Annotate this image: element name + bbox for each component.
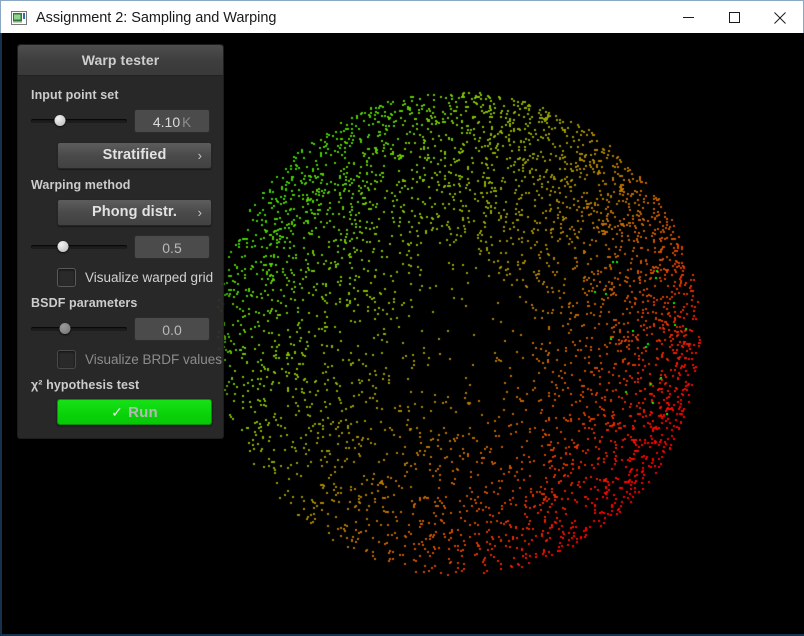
window-controls [665,1,803,34]
section-label-input-point-set: Input point set [31,88,119,102]
sampling-strategy-label: Stratified [102,147,167,163]
sampling-strategy-button[interactable]: Stratified › [57,142,212,169]
bsdf-parameter-row: 0.0 [31,317,210,341]
run-button-label: Run [128,404,158,421]
chevron-right-icon: › [197,148,202,163]
warp-tester-panel: Warp tester Input point set 4.10 K Strati… [17,44,224,439]
gl-viewport[interactable]: Warp tester Input point set 4.10 K Strati… [2,33,804,634]
visualize-warped-grid-row[interactable]: Visualize warped grid [57,268,214,287]
application-window: Assignment 2: Sampling and Warping Warp … [0,0,804,636]
bsdf-parameter-slider[interactable] [31,321,127,337]
warping-method-label: Phong distr. [92,204,177,220]
maximize-button[interactable] [711,1,757,34]
visualize-brdf-values-label: Visualize BRDF values [85,352,223,367]
minimize-icon [682,17,694,18]
warping-parameter-slider[interactable] [31,239,127,255]
slider-knob[interactable] [54,115,66,126]
panel-body: Input point set 4.10 K Stratified › Warpi [18,76,223,438]
slider-knob[interactable] [57,241,69,252]
point-count-number: 4.10 [152,114,181,130]
warping-method-button[interactable]: Phong distr. › [57,199,212,226]
warping-parameter-row: 0.5 [31,235,210,259]
panel-title: Warp tester [18,45,223,76]
point-count-value[interactable]: 4.10 K [134,109,210,133]
close-button[interactable] [757,1,803,34]
window-title: Assignment 2: Sampling and Warping [36,9,277,26]
maximize-icon [728,12,740,23]
point-count-slider[interactable] [31,113,127,129]
warping-parameter-value[interactable]: 0.5 [134,235,210,259]
visualize-brdf-values-checkbox[interactable] [57,350,76,369]
slider-track [31,245,127,249]
visualize-brdf-values-row[interactable]: Visualize BRDF values [57,350,222,369]
section-label-hypothesis-test: χ² hypothesis test [31,378,140,392]
slider-track [31,119,127,123]
section-label-warping-method: Warping method [31,178,131,192]
title-bar: Assignment 2: Sampling and Warping [0,0,804,34]
close-icon [774,11,786,24]
slider-knob[interactable] [59,323,71,334]
visualize-warped-grid-label: Visualize warped grid [85,270,214,285]
slider-track [31,327,127,331]
section-label-bsdf-parameters: BSDF parameters [31,296,138,310]
check-icon: ✓ [111,404,124,420]
point-count-unit: K [182,115,192,130]
window-client-border: Warp tester Input point set 4.10 K Strati… [0,33,804,636]
application-icon [11,10,27,26]
run-hypothesis-test-button[interactable]: ✓ Run [57,399,212,425]
minimize-button[interactable] [665,1,711,34]
visualize-warped-grid-checkbox[interactable] [57,268,76,287]
chevron-right-icon: › [197,205,202,220]
input-point-set-row: 4.10 K [31,109,210,133]
bsdf-parameter-value[interactable]: 0.0 [134,317,210,341]
